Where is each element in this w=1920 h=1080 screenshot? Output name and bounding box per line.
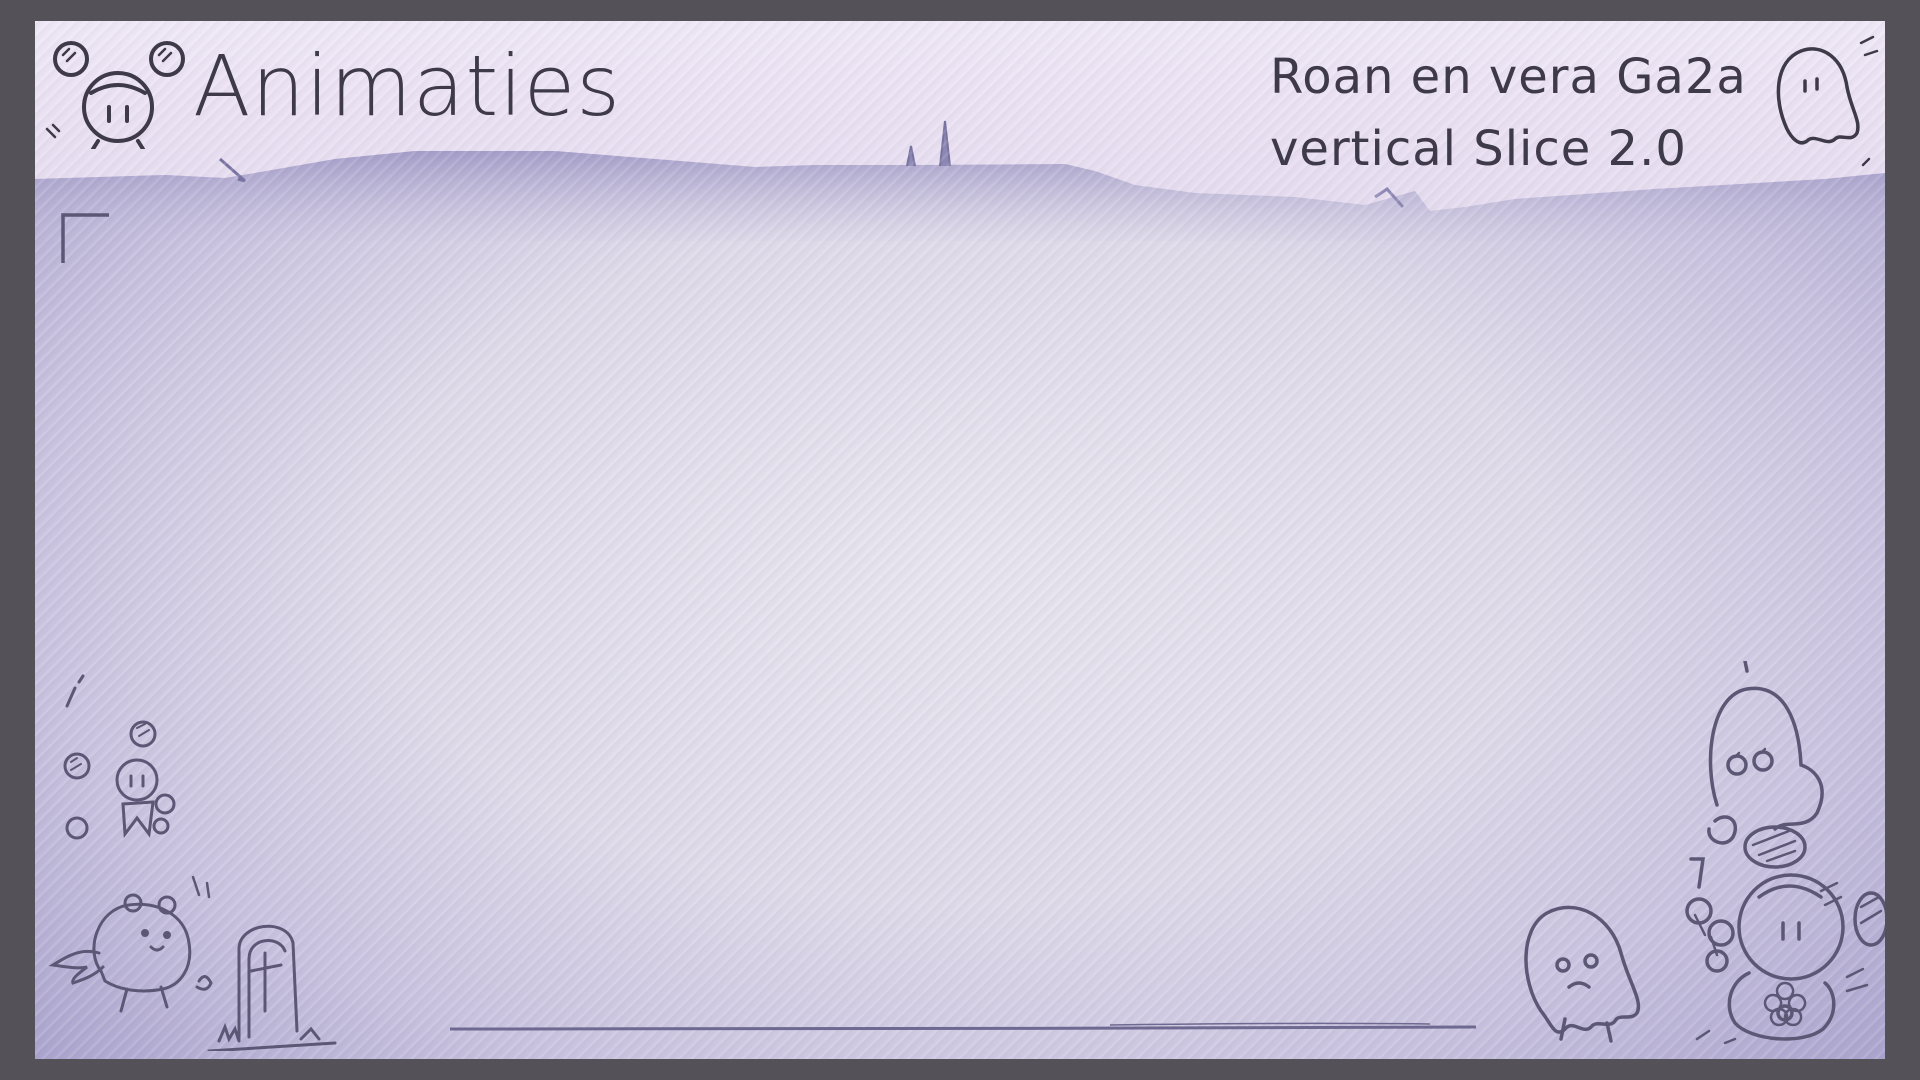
ghost-and-character-icon bbox=[1635, 661, 1885, 1059]
slide-canvas: Animaties Roan en vera Ga2a vertical Sli… bbox=[35, 21, 1885, 1059]
subtitle-line-1: Roan en vera Ga2a bbox=[1270, 49, 1747, 105]
logo-character-icon bbox=[43, 29, 193, 149]
subtitle-block: Roan en vera Ga2a vertical Slice 2.0 bbox=[1270, 41, 1750, 185]
ghost-icon bbox=[1765, 29, 1880, 169]
subtitle-line-2: vertical Slice 2.0 bbox=[1270, 121, 1687, 177]
tombstone-icon bbox=[205, 901, 365, 1051]
small-character-icon bbox=[53, 666, 193, 876]
corner-bracket-icon bbox=[57, 209, 117, 269]
ground-line bbox=[450, 1021, 1480, 1037]
page-title: Animaties bbox=[193, 37, 622, 135]
